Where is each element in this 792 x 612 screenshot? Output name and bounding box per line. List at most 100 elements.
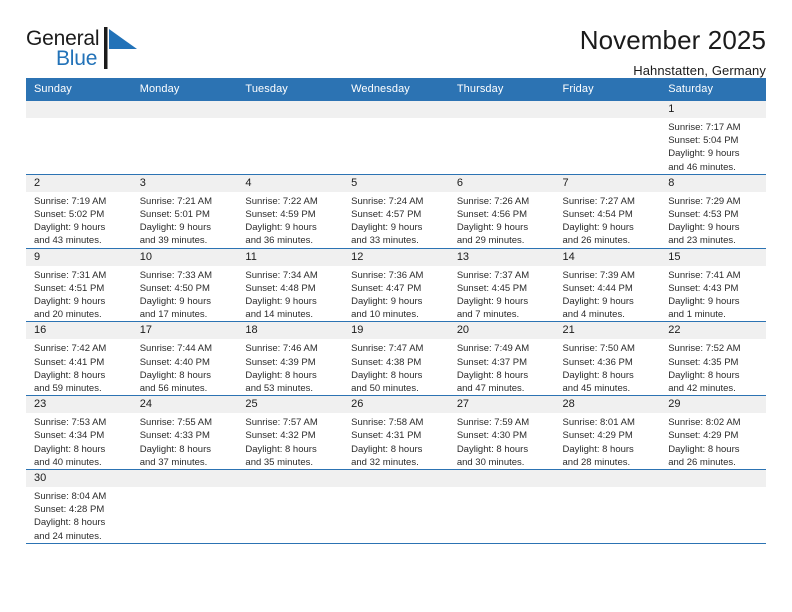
daylight-text-line1: Daylight: 8 hours bbox=[351, 369, 423, 381]
day-details: Sunrise: 7:47 AM Sunset: 4:38 PM Daylight:… bbox=[343, 339, 449, 395]
daylight-text-line2: and 46 minutes. bbox=[668, 161, 736, 173]
daylight-text-line1: Daylight: 9 hours bbox=[351, 296, 423, 308]
day-number bbox=[448, 470, 555, 488]
calendar-day-cell[interactable]: 26 Sunrise: 7:58 AM Sunset: 4:31 PM Dayligh… bbox=[343, 395, 449, 470]
general-blue-logo[interactable]: General Blue bbox=[26, 26, 142, 74]
sunset-text: Sunset: 4:51 PM bbox=[34, 282, 105, 294]
calendar-day-cell[interactable]: 16 Sunrise: 7:42 AM Sunset: 4:41 PM Dayligh… bbox=[26, 321, 132, 396]
daylight-text-line2: and 53 minutes. bbox=[245, 383, 314, 395]
daylight-text-line1: Daylight: 8 hours bbox=[245, 369, 317, 381]
day-number: 12 bbox=[343, 248, 449, 266]
day-number: 23 bbox=[26, 396, 132, 414]
page-title: November 2025 bbox=[579, 25, 766, 55]
day-number: 20 bbox=[448, 322, 555, 340]
calendar-day-cell[interactable]: 5 Sunrise: 7:24 AM Sunset: 4:57 PM Daylight… bbox=[343, 173, 449, 249]
calendar-day-cell[interactable]: 30 Sunrise: 8:04 AM Sunset: 4:28 PM Dayligh… bbox=[26, 469, 132, 544]
day-details: Sunrise: 7:50 AM Sunset: 4:36 PM Daylight:… bbox=[555, 339, 661, 395]
sunrise-text: Sunrise: 7:52 AM bbox=[668, 343, 741, 355]
daylight-text-line2: and 50 minutes. bbox=[351, 383, 419, 395]
calendar-day-cell[interactable]: 25 Sunrise: 7:57 AM Sunset: 4:32 PM Dayligh… bbox=[237, 395, 344, 470]
day-details: Sunrise: 7:17 AM Sunset: 5:04 PM Daylight:… bbox=[660, 118, 766, 174]
calendar-day-cell[interactable]: 29 Sunrise: 8:02 AM Sunset: 4:29 PM Dayligh… bbox=[660, 395, 766, 470]
daylight-text-line2: and 20 minutes. bbox=[34, 309, 102, 321]
daylight-text-line1: Daylight: 9 hours bbox=[245, 296, 317, 308]
calendar-day-cell[interactable]: 12 Sunrise: 7:36 AM Sunset: 4:47 PM Dayligh… bbox=[343, 247, 449, 322]
calendar-day-cell[interactable]: 7 Sunrise: 7:27 AM Sunset: 4:54 PM Daylight… bbox=[554, 173, 661, 249]
calendar-day-cell[interactable]: 24 Sunrise: 7:55 AM Sunset: 4:33 PM Dayligh… bbox=[131, 395, 238, 470]
daylight-text-line1: Daylight: 9 hours bbox=[562, 222, 634, 234]
daylight-text-line1: Daylight: 8 hours bbox=[351, 443, 423, 455]
sunset-text: Sunset: 4:54 PM bbox=[562, 209, 633, 221]
calendar-header-row: Sunday Monday Tuesday Wednesday Thursday Frid… bbox=[26, 78, 766, 101]
calendar-day-cell[interactable]: 21 Sunrise: 7:50 AM Sunset: 4:36 PM Dayligh… bbox=[554, 321, 661, 396]
sunset-text: Sunset: 5:01 PM bbox=[139, 209, 210, 221]
calendar-day-cell[interactable]: 1 Sunrise: 7:17 AM Sunset: 5:04 PM Daylight… bbox=[660, 101, 766, 175]
day-details: Sunrise: 7:26 AM Sunset: 4:56 PM Daylight:… bbox=[449, 192, 555, 248]
calendar-week-row: 9 Sunrise: 7:31 AM Sunset: 4:51 PM Daylight… bbox=[26, 247, 766, 322]
calendar-day-cell[interactable]: 3 Sunrise: 7:21 AM Sunset: 5:01 PM Daylight… bbox=[131, 173, 238, 249]
calendar-day-cell[interactable]: 27 Sunrise: 7:59 AM Sunset: 4:30 PM Dayligh… bbox=[448, 395, 555, 470]
calendar-day-cell[interactable]: 15 Sunrise: 7:41 AM Sunset: 4:43 PM Dayligh… bbox=[660, 247, 766, 322]
sunset-text: Sunset: 4:37 PM bbox=[456, 356, 528, 368]
calendar-day-cell[interactable]: 18 Sunrise: 7:46 AM Sunset: 4:39 PM Dayligh… bbox=[237, 321, 344, 396]
calendar-day-cell-empty bbox=[237, 101, 344, 175]
calendar-day-cell[interactable]: 4 Sunrise: 7:22 AM Sunset: 4:59 PM Daylight… bbox=[237, 173, 344, 249]
sunrise-text: Sunrise: 8:01 AM bbox=[562, 417, 635, 429]
calendar-day-cell-empty bbox=[26, 101, 132, 175]
calendar-day-cell[interactable]: 6 Sunrise: 7:26 AM Sunset: 4:56 PM Daylight… bbox=[448, 173, 555, 249]
day-number: 2 bbox=[26, 174, 132, 192]
sunset-text: Sunset: 4:32 PM bbox=[245, 430, 316, 442]
weekday-header-friday: Friday bbox=[554, 78, 661, 101]
calendar-day-cell[interactable]: 28 Sunrise: 8:01 AM Sunset: 4:29 PM Dayligh… bbox=[554, 395, 661, 470]
daylight-text-line1: Daylight: 8 hours bbox=[668, 443, 740, 455]
day-number: 30 bbox=[26, 470, 132, 488]
calendar-week-row: 16 Sunrise: 7:42 AM Sunset: 4:41 PM Dayligh… bbox=[26, 321, 766, 396]
calendar-day-cell[interactable]: 11 Sunrise: 7:34 AM Sunset: 4:48 PM Dayligh… bbox=[237, 247, 344, 322]
day-number bbox=[343, 470, 449, 488]
daylight-text-line2: and 1 minute. bbox=[668, 309, 726, 321]
daylight-text-line1: Daylight: 8 hours bbox=[562, 369, 634, 381]
calendar-week-row: 2 Sunrise: 7:19 AM Sunset: 5:02 PM Daylight… bbox=[26, 173, 766, 249]
day-number: 18 bbox=[237, 322, 344, 340]
daylight-text-line2: and 28 minutes. bbox=[562, 456, 631, 468]
sunset-text: Sunset: 4:35 PM bbox=[668, 356, 739, 368]
calendar-day-cell-empty bbox=[237, 469, 344, 544]
weekday-header-sunday: Sunday bbox=[26, 78, 132, 101]
logo-text-blue: Blue bbox=[56, 47, 98, 70]
sunrise-text: Sunrise: 7:24 AM bbox=[351, 195, 424, 207]
sunrise-text: Sunrise: 7:41 AM bbox=[668, 269, 741, 281]
calendar-day-cell[interactable]: 10 Sunrise: 7:33 AM Sunset: 4:50 PM Dayligh… bbox=[131, 247, 238, 322]
daylight-text-line2: and 26 minutes. bbox=[562, 235, 631, 247]
calendar-day-cell[interactable]: 17 Sunrise: 7:44 AM Sunset: 4:40 PM Dayligh… bbox=[131, 321, 238, 396]
daylight-text-line1: Daylight: 9 hours bbox=[668, 296, 740, 308]
calendar-day-cell[interactable]: 19 Sunrise: 7:47 AM Sunset: 4:38 PM Dayligh… bbox=[343, 321, 449, 396]
day-details: Sunrise: 7:42 AM Sunset: 4:41 PM Daylight:… bbox=[26, 339, 132, 395]
calendar-day-cell[interactable]: 20 Sunrise: 7:49 AM Sunset: 4:37 PM Dayligh… bbox=[448, 321, 555, 396]
calendar-day-cell[interactable]: 14 Sunrise: 7:39 AM Sunset: 4:44 PM Dayligh… bbox=[554, 247, 661, 322]
day-number: 21 bbox=[554, 322, 661, 340]
calendar-day-cell[interactable]: 9 Sunrise: 7:31 AM Sunset: 4:51 PM Daylight… bbox=[26, 247, 132, 322]
day-number: 28 bbox=[554, 396, 661, 414]
calendar-day-cell[interactable]: 8 Sunrise: 7:29 AM Sunset: 4:53 PM Daylight… bbox=[660, 173, 766, 249]
daylight-text-line1: Daylight: 9 hours bbox=[34, 222, 106, 234]
day-details: Sunrise: 7:29 AM Sunset: 4:53 PM Daylight:… bbox=[660, 192, 766, 248]
calendar-day-cell[interactable]: 23 Sunrise: 7:53 AM Sunset: 4:34 PM Dayligh… bbox=[26, 395, 132, 470]
day-details: Sunrise: 7:34 AM Sunset: 4:48 PM Daylight:… bbox=[237, 266, 343, 322]
calendar-day-cell[interactable]: 22 Sunrise: 7:52 AM Sunset: 4:35 PM Dayligh… bbox=[660, 321, 766, 396]
day-details: Sunrise: 7:55 AM Sunset: 4:33 PM Daylight:… bbox=[132, 413, 238, 469]
calendar-week-row: 23 Sunrise: 7:53 AM Sunset: 4:34 PM Dayligh… bbox=[26, 395, 766, 470]
sunrise-text: Sunrise: 7:19 AM bbox=[34, 195, 107, 207]
day-details: Sunrise: 7:21 AM Sunset: 5:01 PM Daylight:… bbox=[132, 192, 238, 248]
calendar-day-cell[interactable]: 13 Sunrise: 7:37 AM Sunset: 4:45 PM Dayligh… bbox=[448, 247, 555, 322]
day-details: Sunrise: 7:52 AM Sunset: 4:35 PM Daylight:… bbox=[660, 339, 766, 395]
daylight-text-line2: and 35 minutes. bbox=[245, 456, 314, 468]
day-details: Sunrise: 7:24 AM Sunset: 4:57 PM Daylight:… bbox=[343, 192, 449, 248]
sunset-text: Sunset: 4:28 PM bbox=[34, 504, 105, 516]
calendar-day-cell-empty bbox=[448, 101, 555, 175]
calendar-day-cell-empty bbox=[343, 469, 449, 544]
daylight-text-line2: and 47 minutes. bbox=[456, 383, 525, 395]
daylight-text-line1: Daylight: 9 hours bbox=[139, 222, 211, 234]
calendar-day-cell[interactable]: 2 Sunrise: 7:19 AM Sunset: 5:02 PM Daylight… bbox=[26, 173, 132, 249]
weekday-header-wednesday: Wednesday bbox=[343, 78, 449, 101]
calendar-day-cell-empty bbox=[131, 101, 238, 175]
